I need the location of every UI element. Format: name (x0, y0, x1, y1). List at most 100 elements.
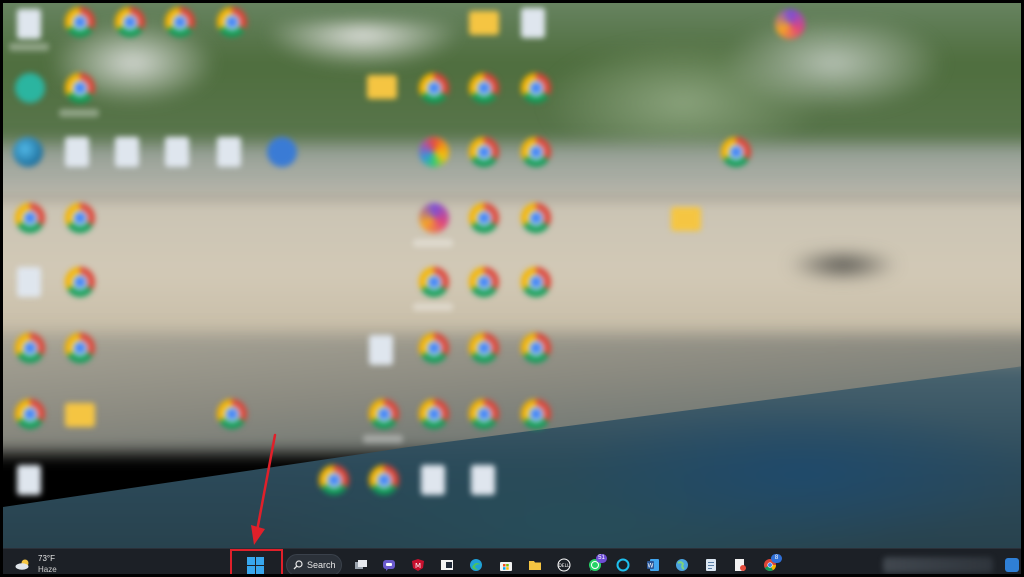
chrome-icon[interactable] (217, 399, 247, 429)
chrome-icon[interactable] (721, 137, 751, 167)
search-icon (293, 560, 303, 570)
dell-button[interactable]: DELL (553, 553, 575, 574)
desktop-icon[interactable] (217, 137, 241, 167)
weather-widget[interactable]: 73°F Haze (15, 553, 75, 574)
svg-text:DELL: DELL (558, 563, 570, 569)
notepad-button[interactable] (700, 553, 722, 574)
app-icon[interactable] (419, 203, 449, 233)
desktop-icon[interactable] (421, 465, 445, 495)
chrome-icon[interactable] (469, 137, 499, 167)
desktop-icon[interactable] (17, 9, 41, 39)
chrome-icon[interactable] (521, 267, 551, 297)
chrome-icon[interactable] (521, 73, 551, 103)
chrome-icon[interactable] (217, 7, 247, 37)
chrome-icon[interactable] (419, 333, 449, 363)
chrome-button[interactable]: 8 (759, 553, 782, 574)
chrome-icon[interactable] (15, 333, 45, 363)
chrome-icon[interactable] (65, 267, 95, 297)
folder-icon[interactable] (367, 75, 397, 99)
desktop-icon-grid (3, 3, 1021, 548)
whatsapp-badge: 51 (596, 554, 607, 563)
teams-chat-icon (383, 560, 395, 571)
chrome-icon[interactable] (15, 203, 45, 233)
globe-icon[interactable] (13, 137, 43, 167)
chrome-icon[interactable] (469, 73, 499, 103)
chrome-icon[interactable] (369, 465, 399, 495)
alexa-button[interactable] (612, 553, 634, 574)
folder-icon[interactable] (671, 207, 701, 231)
mcafee-icon: M (412, 559, 424, 571)
chrome-icon[interactable] (319, 465, 349, 495)
desktop-icon[interactable] (521, 8, 545, 38)
svg-text:W: W (648, 563, 654, 570)
photos-icon[interactable] (419, 137, 449, 167)
notepad-icon (706, 559, 716, 571)
chrome-icon[interactable] (115, 7, 145, 37)
chrome-icon[interactable] (65, 333, 95, 363)
desktop-icon[interactable] (65, 137, 89, 167)
folder-icon[interactable] (65, 403, 95, 427)
folder-icon[interactable] (469, 11, 499, 35)
annotation-arrow (251, 433, 277, 545)
weather-condition: Haze (38, 565, 57, 574)
chrome-icon[interactable] (469, 399, 499, 429)
chrome-icon[interactable] (419, 73, 449, 103)
chrome-icon[interactable] (65, 203, 95, 233)
desktop-icon[interactable] (471, 465, 495, 495)
desktop-icon[interactable] (115, 137, 139, 167)
teams-chat-button[interactable] (378, 553, 400, 574)
task-view-icon (355, 560, 367, 569)
folder-icon (529, 561, 541, 570)
chrome-icon[interactable] (419, 267, 449, 297)
desktop-icon[interactable] (165, 137, 189, 167)
alexa-icon (616, 558, 630, 572)
chrome-icon[interactable] (65, 73, 95, 103)
cloud-sun-icon (15, 559, 29, 570)
tray-app-icon[interactable] (1005, 558, 1019, 572)
store-button[interactable] (495, 553, 517, 574)
chrome-icon[interactable] (65, 7, 95, 37)
desktop-icon[interactable] (17, 465, 41, 495)
system-tray[interactable] (883, 557, 993, 573)
snipping-button[interactable] (729, 553, 751, 574)
desktop-icon[interactable] (369, 335, 393, 365)
windows-start-icon (247, 557, 255, 565)
chrome-icon[interactable] (521, 399, 551, 429)
chrome-icon[interactable] (165, 7, 195, 37)
chrome-icon[interactable] (469, 267, 499, 297)
chrome-icon[interactable] (521, 333, 551, 363)
edge-icon (470, 559, 482, 571)
mcafee-button[interactable]: M (407, 553, 429, 574)
word-button[interactable]: W (642, 553, 664, 574)
app-icon[interactable] (775, 9, 805, 39)
dell-icon: DELL (557, 558, 571, 572)
desktop-screen: 73°F Haze Search M DELL 51 W 8 (0, 0, 1024, 577)
chrome-icon[interactable] (469, 333, 499, 363)
edge-button[interactable] (465, 553, 487, 574)
task-view-button[interactable] (350, 553, 372, 574)
chrome-icon[interactable] (369, 399, 399, 429)
chrome-icon[interactable] (521, 137, 551, 167)
globe-app-button[interactable] (671, 553, 693, 574)
chrome-icon[interactable] (419, 399, 449, 429)
file-explorer-button[interactable] (524, 553, 546, 574)
search-button[interactable]: Search (286, 554, 342, 574)
window-app-button[interactable] (436, 553, 458, 574)
globe-icon (676, 559, 688, 571)
chrome-icon[interactable] (469, 203, 499, 233)
app-icon[interactable] (267, 137, 297, 167)
chrome-icon[interactable] (15, 399, 45, 429)
snip-icon (735, 559, 746, 571)
svg-text:M: M (415, 562, 421, 570)
chrome-badge: 8 (771, 554, 782, 563)
whatsapp-button[interactable]: 51 (584, 553, 607, 574)
app-icon[interactable] (15, 73, 45, 103)
window-icon (441, 560, 453, 570)
store-icon (500, 562, 512, 571)
desktop-icon[interactable] (17, 267, 41, 297)
chrome-icon[interactable] (521, 203, 551, 233)
search-label: Search (307, 560, 336, 570)
word-icon: W (647, 559, 659, 571)
weather-temperature: 73°F (38, 554, 55, 563)
start-button[interactable] (247, 557, 265, 574)
